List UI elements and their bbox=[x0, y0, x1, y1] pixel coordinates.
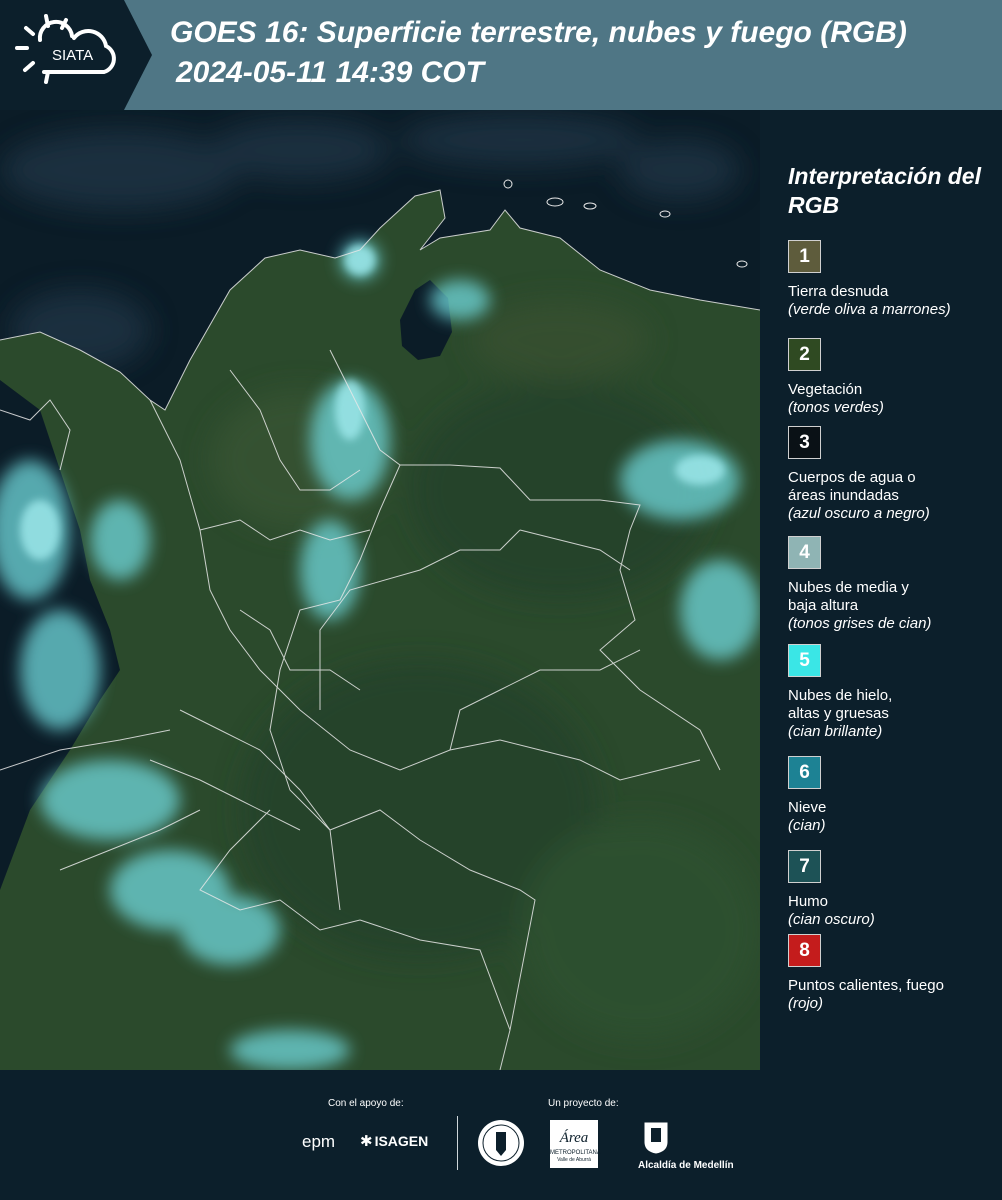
timestamp: 2024-05-11 14:39 COT bbox=[176, 56, 484, 89]
legend-swatch: 4 bbox=[788, 536, 821, 569]
legend-swatch: 5 bbox=[788, 644, 821, 677]
legend-description: (cian) bbox=[788, 817, 826, 834]
legend-description: (rojo) bbox=[788, 995, 824, 1012]
alcaldia-shield-icon bbox=[643, 1121, 669, 1155]
legend-swatch: 2 bbox=[788, 338, 821, 371]
legend-title: Interpretación del RGB bbox=[788, 163, 981, 218]
legend-item: 5 Nubes de hielo, altas y gruesas (cian br… bbox=[788, 644, 998, 741]
siata-logo: SIATA bbox=[0, 0, 152, 110]
siata-logo-text: SIATA bbox=[52, 47, 93, 64]
metro-line-2: Valle de Aburrá bbox=[557, 1157, 591, 1163]
legend-item: 3 Cuerpos de agua o áreas inundadas (azul … bbox=[788, 426, 998, 523]
legend-label: Tierra desnuda bbox=[788, 283, 889, 300]
isagen-logo-text: ISAGEN bbox=[374, 1133, 429, 1149]
legend-item: 6 Nieve (cian) bbox=[788, 756, 998, 835]
legend-description: (verde oliva a marrones) bbox=[788, 301, 951, 318]
legend-swatch: 8 bbox=[788, 934, 821, 967]
metro-logo-text: Área bbox=[559, 1130, 589, 1146]
legend-item: 8 Puntos calientes, fuego (rojo) bbox=[788, 934, 998, 1013]
epm-logo: epm bbox=[302, 1132, 336, 1151]
legend-item: 7 Humo (cian oscuro) bbox=[788, 850, 998, 929]
support-label: Con el apoyo de: bbox=[328, 1098, 404, 1109]
legend-swatch: 7 bbox=[788, 850, 821, 883]
legend-description: (tonos grises de cian) bbox=[788, 615, 932, 632]
legend-description: (azul oscuro a negro) bbox=[788, 505, 930, 522]
legend-description: (tonos verdes) bbox=[788, 399, 884, 416]
legend-label: Cuerpos de agua o áreas inundadas bbox=[788, 469, 916, 504]
footer-divider bbox=[457, 1116, 458, 1170]
legend-description: (cian brillante) bbox=[788, 723, 883, 740]
legend-item: 4 Nubes de media y baja altura (tonos gris… bbox=[788, 536, 998, 633]
legend-label: Humo bbox=[788, 893, 829, 910]
legend-swatch: 6 bbox=[788, 756, 821, 789]
legend-swatch: 1 bbox=[788, 240, 821, 273]
satellite-map[interactable] bbox=[0, 110, 760, 1070]
alcaldia-label: Alcaldía de Medellín bbox=[638, 1160, 734, 1171]
rgb-legend: Interpretación del RGB 1 Tierra desnuda (v… bbox=[760, 110, 1002, 1070]
isagen-logo: ✱ ISAGEN bbox=[360, 1132, 428, 1150]
seal-logo bbox=[478, 1120, 524, 1166]
legend-swatch: 3 bbox=[788, 426, 821, 459]
legend-label: Nieve bbox=[788, 799, 827, 816]
legend-label: Vegetación bbox=[788, 381, 863, 398]
area-metropolitana-logo: Área METROPOLITANA Valle de Aburrá bbox=[550, 1120, 601, 1168]
footer: Con el apoyo de: Un proyecto de: epm ✱ I… bbox=[0, 1070, 1002, 1200]
header-bar: SIATA GOES 16: Superficie terrestre, nub… bbox=[0, 0, 1002, 110]
page-title: GOES 16: Superficie terrestre, nubes y f… bbox=[170, 16, 907, 49]
metro-line-1: METROPOLITANA bbox=[550, 1150, 601, 1156]
legend-item: 1 Tierra desnuda (verde oliva a marrones) bbox=[788, 240, 998, 319]
legend-label: Nubes de media y baja altura bbox=[788, 579, 909, 614]
legend-label: Nubes de hielo, altas y gruesas bbox=[788, 687, 893, 722]
legend-description: (cian oscuro) bbox=[788, 911, 875, 928]
satellite-image bbox=[0, 110, 760, 1070]
legend-item: 2 Vegetación (tonos verdes) bbox=[788, 338, 998, 417]
isagen-star-icon: ✱ bbox=[360, 1133, 373, 1150]
project-label: Un proyecto de: bbox=[548, 1098, 619, 1109]
legend-label: Puntos calientes, fuego bbox=[788, 977, 944, 994]
